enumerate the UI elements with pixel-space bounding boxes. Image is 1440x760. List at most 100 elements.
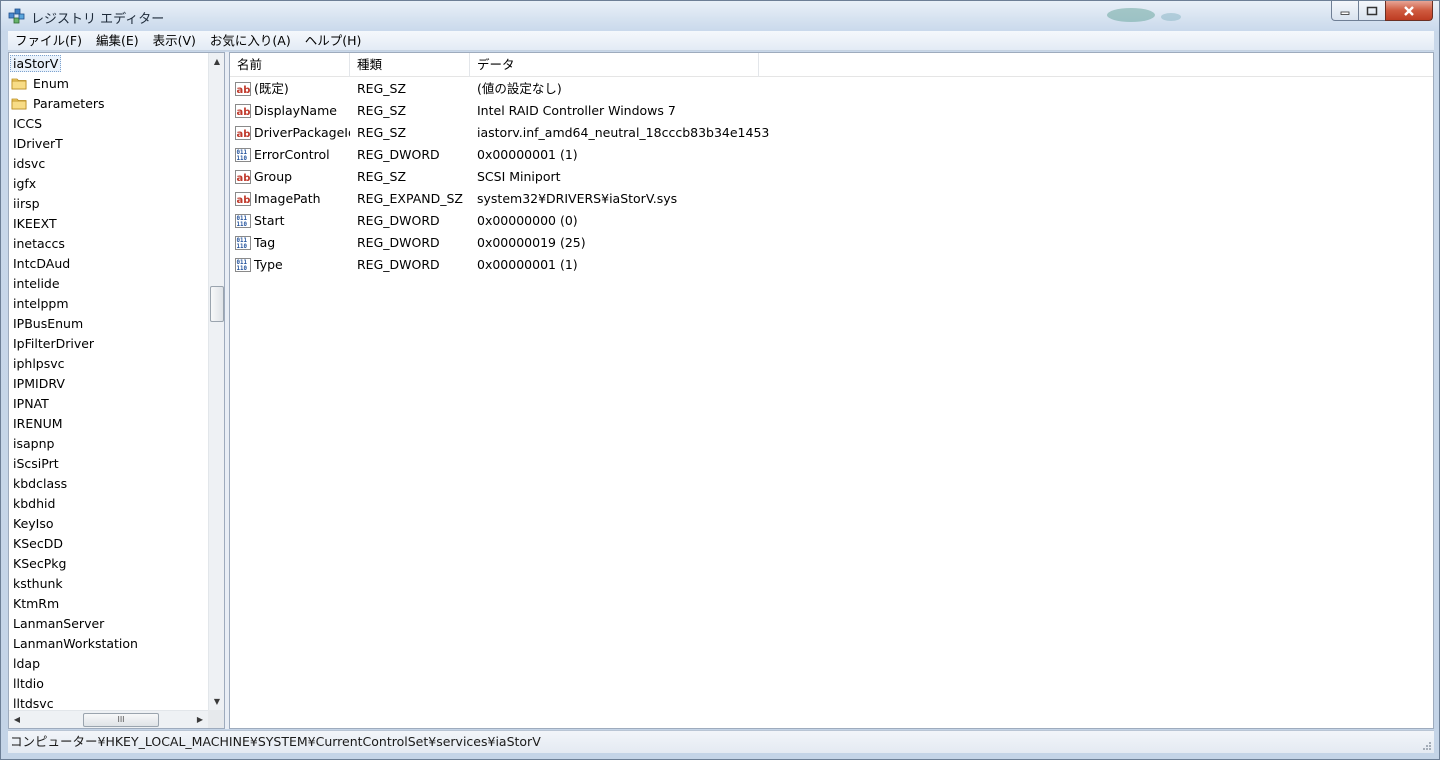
value-name: ImagePath — [254, 191, 321, 206]
tree-item[interactable]: ldap — [9, 654, 209, 674]
value-row[interactable]: 011 110 Start REG_DWORD 0x00000000 (0) — [230, 210, 1433, 232]
tree-item-subkey[interactable]: Enum — [9, 74, 209, 94]
tree-vertical-scrollbar[interactable]: ▲ ▼ — [208, 53, 224, 710]
minimize-button[interactable] — [1331, 1, 1359, 21]
value-name-cell: 011 110 ErrorControl — [230, 144, 350, 166]
value-data: system32¥DRIVERS¥iaStorV.sys — [477, 191, 678, 206]
scroll-left-arrow-icon[interactable]: ◀ — [9, 711, 25, 728]
menu-file[interactable]: ファイル(F) — [8, 31, 89, 51]
dword-value-icon: 011110 — [235, 214, 251, 228]
tree-item[interactable]: isapnp — [9, 434, 209, 454]
tree-item[interactable]: iScsiPrt — [9, 454, 209, 474]
tree-item[interactable]: inetaccs — [9, 234, 209, 254]
value-row[interactable]: 011 110 Type REG_DWORD 0x00000001 (1) — [230, 254, 1433, 276]
svg-text:110: 110 — [237, 156, 248, 162]
minimize-icon — [1340, 11, 1350, 15]
value-type: REG_DWORD — [357, 147, 440, 162]
menu-favorites[interactable]: お気に入り(A) — [203, 31, 298, 51]
window-title: レジストリ エディター — [31, 12, 165, 27]
tree-item[interactable]: IpFilterDriver — [9, 334, 209, 354]
tree-item-selected[interactable]: iaStorV — [9, 54, 209, 74]
tree-item[interactable]: ksthunk — [9, 574, 209, 594]
value-row[interactable]: 011 110 ErrorControl REG_DWORD 0x00000001 (1… — [230, 144, 1433, 166]
value-row[interactable]: 011 110 Tag REG_DWORD 0x00000019 (25) — [230, 232, 1433, 254]
svg-text:ab: ab — [237, 195, 251, 206]
tree-item[interactable]: IntcDAud — [9, 254, 209, 274]
tree-item-subkey[interactable]: Parameters — [9, 94, 209, 114]
vertical-scroll-thumb[interactable] — [210, 286, 224, 322]
tree-item[interactable]: iirsp — [9, 194, 209, 214]
value-name: DisplayName — [254, 103, 337, 118]
tree-item[interactable]: IPNAT — [9, 394, 209, 414]
scroll-up-arrow-icon[interactable]: ▲ — [209, 53, 224, 70]
tree-item[interactable]: IDriverT — [9, 134, 209, 154]
values-header: 名前 種類 データ — [230, 53, 1433, 77]
tree-horizontal-scrollbar[interactable]: ◀ III ▶ — [9, 710, 208, 728]
tree-item[interactable]: ICCS — [9, 114, 209, 134]
scroll-right-arrow-icon[interactable]: ▶ — [192, 711, 208, 728]
menu-help[interactable]: ヘルプ(H) — [298, 31, 369, 51]
tree-item[interactable]: LanmanWorkstation — [9, 634, 209, 654]
tree-item-label: intelppm — [13, 296, 69, 311]
status-path: コンピューター¥HKEY_LOCAL_MACHINE¥SYSTEM¥Curren… — [10, 734, 541, 749]
svg-text:110: 110 — [237, 244, 248, 250]
tree-item[interactable]: igfx — [9, 174, 209, 194]
tree-item[interactable]: kbdhid — [9, 494, 209, 514]
tree-item-label: IRENUM — [13, 416, 63, 431]
value-type: REG_DWORD — [357, 257, 440, 272]
string-value-icon: ab — [235, 104, 251, 118]
column-header-name[interactable]: 名前 — [230, 53, 350, 77]
tree-item-label: igfx — [13, 176, 37, 191]
tree-item[interactable]: IPMIDRV — [9, 374, 209, 394]
maximize-button[interactable] — [1358, 1, 1386, 21]
value-type: REG_EXPAND_SZ — [357, 191, 463, 206]
values-list: ab (既定) REG_SZ (値の設定なし) ab DisplayName REG_SZ I… — [230, 78, 1433, 276]
tree-item[interactable]: intelide — [9, 274, 209, 294]
tree-item[interactable]: KSecPkg — [9, 554, 209, 574]
value-row[interactable]: ab ImagePath REG_EXPAND_SZ system32¥DRIVERS… — [230, 188, 1433, 210]
tree-item[interactable]: iphlpsvc — [9, 354, 209, 374]
tree-item[interactable]: LanmanServer — [9, 614, 209, 634]
value-type: REG_SZ — [357, 103, 407, 118]
tree-item-label: IpFilterDriver — [13, 336, 95, 351]
tree-item[interactable]: idsvc — [9, 154, 209, 174]
folder-icon — [11, 78, 27, 90]
dword-value-icon: 011110 — [235, 148, 251, 162]
tree-item[interactable]: IRENUM — [9, 414, 209, 434]
tree-item[interactable]: KeyIso — [9, 514, 209, 534]
dword-value-icon: 011110 — [235, 236, 251, 250]
value-row[interactable]: ab DriverPackageId REG_SZ iastorv.inf_amd64… — [230, 122, 1433, 144]
folder-icon — [11, 98, 27, 110]
registry-editor-icon — [8, 8, 25, 24]
value-row[interactable]: ab DisplayName REG_SZ Intel RAID Controller… — [230, 100, 1433, 122]
tree-item[interactable]: IPBusEnum — [9, 314, 209, 334]
tree-item-label: IKEEXT — [13, 216, 57, 231]
scroll-down-arrow-icon[interactable]: ▼ — [209, 693, 224, 710]
value-data: SCSI Miniport — [477, 169, 561, 184]
tree-item[interactable]: lltdio — [9, 674, 209, 694]
tree-item[interactable]: intelppm — [9, 294, 209, 314]
menu-view[interactable]: 表示(V) — [146, 31, 203, 51]
tree-item[interactable]: KSecDD — [9, 534, 209, 554]
tree-item-label: ksthunk — [13, 576, 63, 591]
close-icon — [1404, 5, 1414, 16]
value-row[interactable]: ab Group REG_SZ SCSI Miniport — [230, 166, 1433, 188]
tree-item[interactable]: KtmRm — [9, 594, 209, 614]
value-row[interactable]: ab (既定) REG_SZ (値の設定なし) — [230, 78, 1433, 100]
menu-edit[interactable]: 編集(E) — [89, 31, 146, 51]
value-name: (既定) — [254, 81, 289, 96]
horizontal-scroll-thumb[interactable]: III — [83, 713, 159, 727]
title-bar[interactable]: レジストリ エディター — [1, 1, 1439, 31]
column-header-data[interactable]: データ — [470, 53, 759, 77]
string-value-icon: ab — [235, 192, 251, 206]
tree-item[interactable]: kbdclass — [9, 474, 209, 494]
column-header-type[interactable]: 種類 — [350, 53, 470, 77]
tree-item[interactable]: IKEEXT — [9, 214, 209, 234]
value-name: Type — [254, 257, 283, 272]
close-button[interactable] — [1385, 1, 1433, 21]
tree-item-label: KtmRm — [13, 596, 60, 611]
string-value-icon: ab — [235, 82, 251, 96]
resize-grip-icon[interactable] — [1422, 741, 1432, 751]
tree-item-label: kbdhid — [13, 496, 56, 511]
value-name-cell: ab Group — [230, 166, 350, 188]
